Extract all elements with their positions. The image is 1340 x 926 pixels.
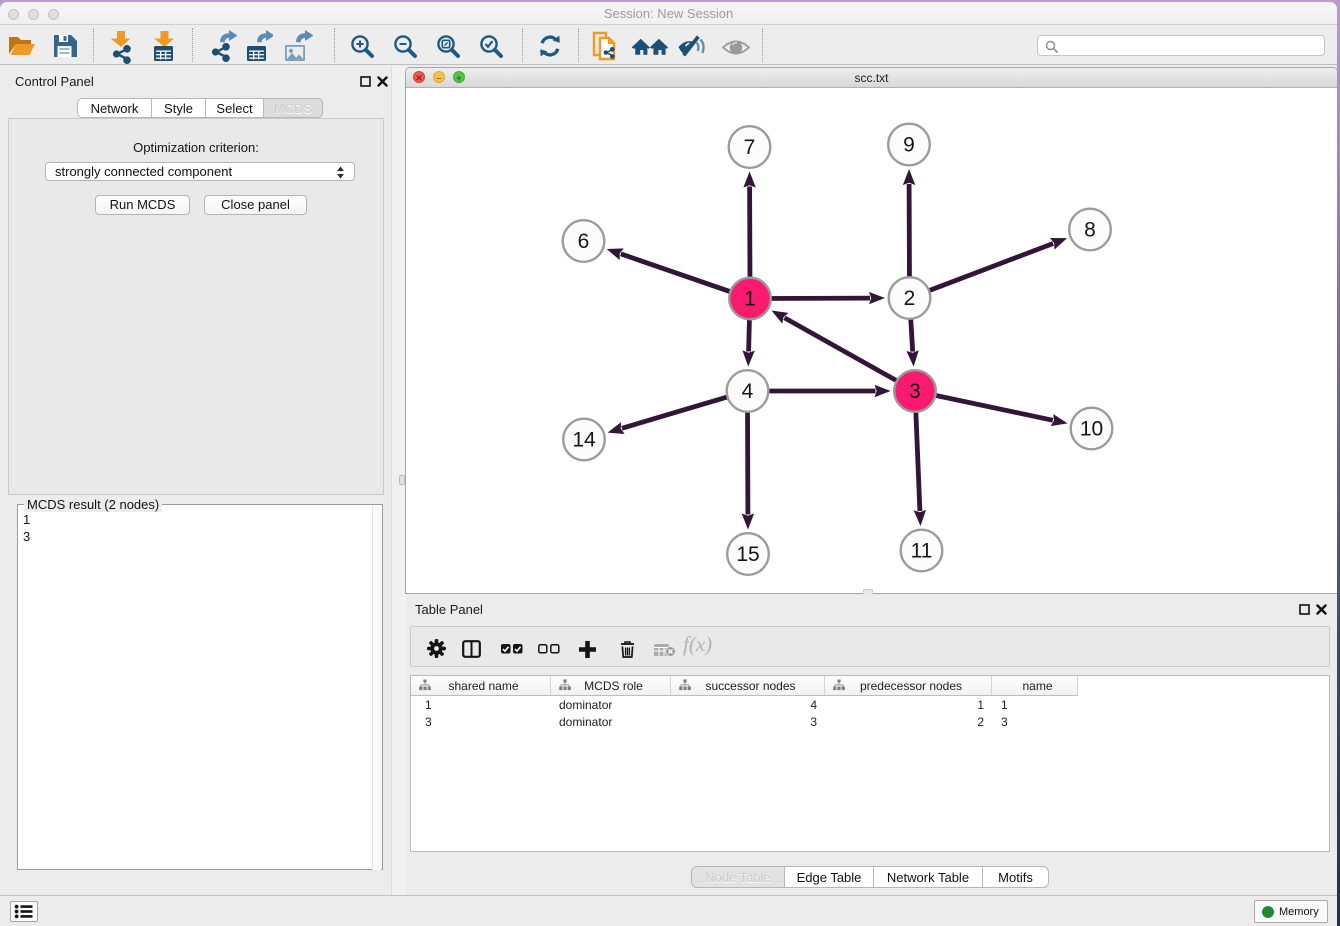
svg-text:8: 8: [1084, 219, 1096, 242]
svg-text:15: 15: [736, 543, 759, 566]
svg-text:11: 11: [911, 540, 933, 563]
svg-text:7: 7: [744, 136, 756, 159]
svg-text:9: 9: [903, 134, 915, 157]
svg-text:2: 2: [904, 287, 916, 310]
svg-text:10: 10: [1080, 418, 1103, 441]
svg-text:3: 3: [909, 380, 921, 403]
svg-text:14: 14: [572, 429, 596, 452]
svg-text:1: 1: [744, 288, 756, 311]
svg-text:4: 4: [742, 380, 754, 403]
svg-text:6: 6: [578, 230, 590, 253]
